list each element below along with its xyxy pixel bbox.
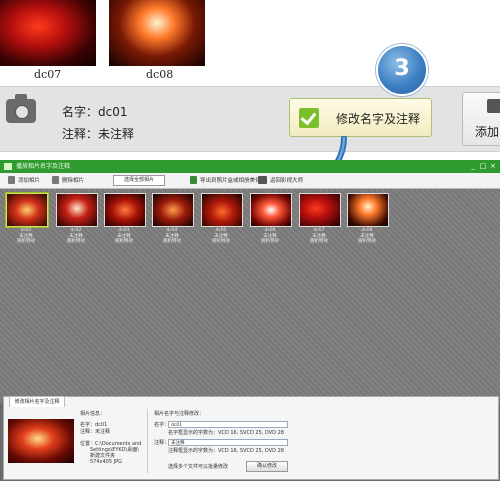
confirm-edit-button[interactable]: 确认修改 xyxy=(246,461,288,472)
add-photo-button[interactable]: 添加相片 xyxy=(18,176,40,184)
photo-note-label: 注释：未注释 xyxy=(62,127,135,141)
grid-thumbnail-dc06[interactable] xyxy=(250,193,292,227)
gallery-thumbnail-dc08[interactable] xyxy=(109,0,205,66)
edit-panel: 修改相片名字及注释 相片信息： 名字：dc01 注释：未注释 位置：C:\Doc… xyxy=(3,396,499,480)
grid-thumbnail-dc03[interactable] xyxy=(104,193,146,227)
info-heading: 相片信息： xyxy=(80,411,106,417)
app-icon xyxy=(4,163,12,170)
multi-edit-hint: 选择多个文件可以批量修改 xyxy=(168,464,229,470)
edit-name-note-button[interactable]: 修改名字及注释 xyxy=(289,98,432,137)
trash-icon xyxy=(52,176,59,184)
delete-photo-button[interactable]: 删除相片 xyxy=(62,176,84,184)
info-note: 注释：未注释 xyxy=(80,429,111,435)
edit-window: 播放相片名字及注释 _ □ × 添加相片 删除相片 选择全部相片 导出到照片盒或… xyxy=(0,160,500,481)
grid-thumbnail-dc08[interactable] xyxy=(347,193,389,227)
add-photo-icon xyxy=(8,176,15,184)
grid-thumbnail-dc02[interactable] xyxy=(56,193,98,227)
maximize-button[interactable]: □ xyxy=(479,162,487,170)
gallery-caption-dc07: dc07 xyxy=(34,68,62,81)
note-hint: 注释框显示的字数为：VCD 16, SVCD 25, DVD 28 xyxy=(168,448,284,454)
add-photo-icon xyxy=(487,99,500,113)
select-all-button[interactable]: 选择全部相片 xyxy=(113,175,165,186)
add-button-label: 添加 xyxy=(475,125,500,139)
step-number: 3 xyxy=(394,56,410,81)
window-title: 播放相片名字及注释 xyxy=(16,163,71,170)
checkmark-icon xyxy=(299,108,319,128)
step-number-badge: 3 xyxy=(376,44,428,96)
camera-icon xyxy=(6,94,36,123)
add-button[interactable]: 添加 xyxy=(462,92,500,146)
note-field-label: 注释： xyxy=(154,440,170,446)
panel-divider xyxy=(147,409,148,473)
grid-caption: dc07 未注释 随机特效 xyxy=(310,228,328,244)
grid-caption: dc01 未注释 随机特效 xyxy=(17,228,35,244)
return-button[interactable]: 返回影视大师 xyxy=(270,176,303,184)
grid-thumbnail-dc07[interactable] xyxy=(299,193,341,227)
close-button[interactable]: × xyxy=(489,162,497,170)
back-icon xyxy=(258,176,267,184)
edit-heading: 相片名字与注释修改： xyxy=(154,411,205,417)
grid-thumbnail-dc04[interactable] xyxy=(152,193,194,227)
info-size: 574x405 JPG xyxy=(90,459,122,465)
panel-tab[interactable]: 修改相片名字及注释 xyxy=(9,396,65,407)
grid-thumbnail-dc01[interactable] xyxy=(5,192,49,228)
name-hint: 名字框显示的字数为：VCD 16, SVCD 25, DVD 28 xyxy=(168,430,284,436)
minimize-button[interactable]: _ xyxy=(469,162,477,170)
export-button[interactable]: 导出到照片盒或相册美化 xyxy=(200,176,261,184)
grid-thumbnail-dc05[interactable] xyxy=(201,193,243,227)
name-input[interactable]: dc01 xyxy=(168,421,288,428)
grid-caption: dc06 未注释 随机特效 xyxy=(261,228,279,244)
grid-caption: dc03 未注释 随机特效 xyxy=(115,228,133,244)
note-input[interactable]: 未注释 xyxy=(168,439,288,446)
name-field-label: 名字： xyxy=(154,422,170,428)
photo-name-label: 名字：dc01 xyxy=(62,105,128,119)
info-name: 名字：dc01 xyxy=(80,422,108,428)
thumbnail-grid: dc01 未注释 随机特效 dc02 未注释 随机特效 dc03 未注释 随机特效 dc04… xyxy=(0,189,500,403)
gallery-caption-dc08: dc08 xyxy=(146,68,174,81)
grid-caption: dc08 未注释 随机特效 xyxy=(358,228,376,244)
selected-photo-preview xyxy=(8,419,74,463)
window-titlebar: 播放相片名字及注释 _ □ × xyxy=(0,160,500,173)
export-icon xyxy=(190,176,197,184)
gallery-thumbnail-dc07[interactable] xyxy=(0,0,96,66)
edit-name-note-label: 修改名字及注释 xyxy=(336,112,421,126)
grid-caption: dc05 未注释 随机特效 xyxy=(212,228,230,244)
window-toolbar: 添加相片 删除相片 选择全部相片 导出到照片盒或相册美化 返回影视大师 xyxy=(0,173,500,189)
grid-caption: dc04 未注释 随机特效 xyxy=(163,228,181,244)
grid-caption: dc02 未注释 随机特效 xyxy=(67,228,85,244)
